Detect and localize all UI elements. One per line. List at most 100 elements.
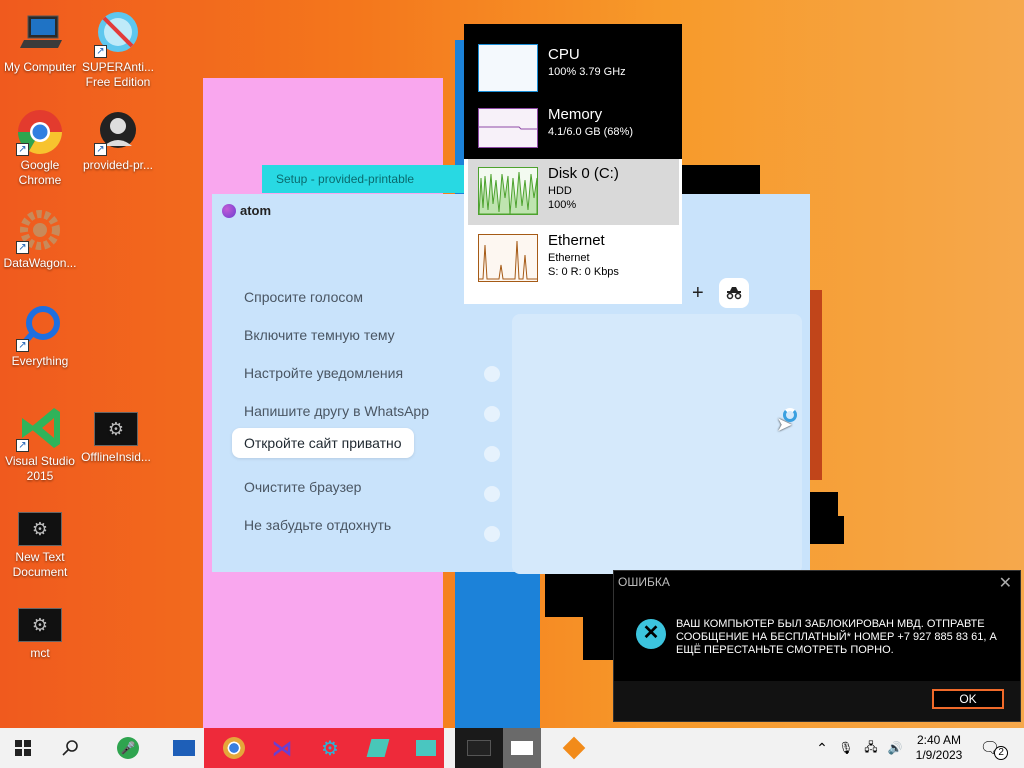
taskbar-app-mail[interactable] xyxy=(503,728,541,768)
pager-dot[interactable] xyxy=(484,406,500,422)
error-dialog-title: ОШИБКА xyxy=(618,575,670,589)
pager-dot[interactable] xyxy=(484,526,500,542)
network-icon[interactable]: 🖧 xyxy=(860,728,882,768)
chrome-icon xyxy=(223,737,245,759)
shortcut-arrow-icon: ↗ xyxy=(94,143,107,156)
gear-icon: ⚙ xyxy=(18,512,62,546)
perf-name: Disk 0 (C:) xyxy=(548,165,619,182)
incognito-button[interactable] xyxy=(719,278,749,308)
atom-logo: atom xyxy=(222,203,271,218)
desktop-icon-datawagon[interactable]: ↗ DataWagon... xyxy=(0,206,80,271)
busy-spinner-icon xyxy=(783,408,797,422)
task-manager-window[interactable]: CPU 100% 3.79 GHz Memory 4.1/6.0 GB (68%… xyxy=(464,24,682,304)
tip-notifications[interactable]: Настройте уведомления xyxy=(232,358,415,388)
clock[interactable]: 2:40 AM 1/9/2023 xyxy=(908,728,970,768)
desktop-icon-visual-studio[interactable]: ↗ Visual Studio 2015 xyxy=(0,404,80,484)
perf-item-ethernet[interactable]: Ethernet Ethernet S: 0 R: 0 Kbps xyxy=(468,226,678,294)
error-icon: ✕ xyxy=(636,619,666,649)
desktop-icon-label: mct xyxy=(30,646,50,660)
black-window-fragment xyxy=(810,492,838,516)
desktop-icon-provided[interactable]: ↗ provided-pr... xyxy=(78,108,158,173)
tip-rest[interactable]: Не забудьте отдохнуть xyxy=(232,510,403,540)
files-icon xyxy=(416,740,436,756)
tip-private-site[interactable]: Откройте сайт приватно xyxy=(232,428,414,458)
computer-icon xyxy=(16,10,64,58)
desktop-icon-new-text-document[interactable]: ⚙ New Text Document xyxy=(0,504,80,580)
setup-window-titlebar[interactable]: Setup - provided-printable xyxy=(262,165,472,193)
black-window-fragment xyxy=(545,572,615,617)
perf-name: CPU xyxy=(548,46,580,63)
new-tab-button[interactable]: + xyxy=(692,282,704,305)
tip-whatsapp[interactable]: Напишите другу в WhatsApp xyxy=(232,396,441,426)
desktop-icon-everything[interactable]: ↗ Everything xyxy=(0,304,80,369)
incognito-icon xyxy=(726,287,742,300)
tip-dark-theme[interactable]: Включите темную тему xyxy=(232,320,407,350)
desktop-icon-label: Google Chrome xyxy=(18,158,62,187)
perf-line1: Ethernet xyxy=(548,252,590,264)
tip-clear-browser[interactable]: Очистите браузер xyxy=(232,472,373,502)
visual-studio-icon: ↗ xyxy=(16,404,64,452)
perf-item-disk[interactable]: Disk 0 (C:) HDD 100% xyxy=(468,159,679,225)
desktop-icon-chrome[interactable]: ↗ Google Chrome xyxy=(0,108,80,188)
mail-icon xyxy=(511,741,533,755)
taskbar-app-settings[interactable]: ⚙ xyxy=(310,728,350,768)
atom-logo-text: atom xyxy=(240,203,272,218)
perf-line1: 100% 3.79 GHz xyxy=(548,66,626,78)
taskbar-app-files[interactable] xyxy=(406,728,446,768)
taskbar-app-chrome[interactable] xyxy=(214,728,254,768)
perf-name: Ethernet xyxy=(548,232,605,249)
gear-icon: ⚙ xyxy=(94,412,138,446)
desktop-icon-offlineinsider[interactable]: ⚙ OfflineInsid... xyxy=(76,404,156,465)
black-window-fragment xyxy=(810,290,822,480)
perf-item-memory[interactable]: Memory 4.1/6.0 GB (68%) xyxy=(468,100,678,168)
desktop-icon-mct[interactable]: ⚙ mct xyxy=(0,600,80,661)
desktop-icon-label: provided-pr... xyxy=(82,158,154,172)
start-button[interactable] xyxy=(0,728,46,768)
clock-date: 1/9/2023 xyxy=(915,748,963,762)
black-window-fragment xyxy=(583,615,615,660)
pager-dot[interactable] xyxy=(484,446,500,462)
windows-icon xyxy=(15,740,31,756)
search-icon xyxy=(62,740,78,756)
show-hidden-icons[interactable]: ⌃ xyxy=(812,728,832,768)
desktop-icon-label: My Computer xyxy=(3,60,77,74)
taskbar-app-notes[interactable] xyxy=(358,728,398,768)
perf-name: Memory xyxy=(548,106,603,123)
desktop-icon-label: Visual Studio 2015 xyxy=(5,454,75,483)
setup-window-title: Setup - provided-printable xyxy=(276,172,415,186)
search-icon: ↗ xyxy=(16,304,64,352)
microphone-tray-icon[interactable]: 🎙 xyxy=(836,728,856,768)
cpu-graph xyxy=(478,44,538,92)
taskbar-app-file-explorer[interactable] xyxy=(164,728,204,768)
pager-dot[interactable] xyxy=(484,486,500,502)
taskbar-app-package[interactable] xyxy=(554,728,594,768)
taskbar-app-visual-studio[interactable]: ⋊ xyxy=(262,728,302,768)
folder-icon xyxy=(173,740,195,756)
taskbar-app-terminal[interactable] xyxy=(459,728,499,768)
error-dialog[interactable]: ОШИБКА ✕ ✕ ВАШ КОМПЬЮТЕР БЫЛ ЗАБЛОКИРОВА… xyxy=(613,570,1021,722)
user-icon: ↗ xyxy=(94,108,142,156)
memory-graph xyxy=(478,108,538,148)
desktop-icon-my-computer[interactable]: My Computer xyxy=(0,10,80,75)
ok-button[interactable]: OK xyxy=(932,689,1004,709)
close-icon[interactable]: ✕ xyxy=(999,573,1012,593)
package-icon xyxy=(562,736,586,760)
desktop-icon-label: OfflineInsid... xyxy=(81,450,151,464)
perf-item-cpu[interactable]: CPU 100% 3.79 GHz xyxy=(468,40,678,108)
pager-dot[interactable] xyxy=(484,366,500,382)
perf-line2: 100% xyxy=(548,199,577,211)
cortana-button[interactable]: 🎤 xyxy=(106,728,150,768)
shortcut-arrow-icon: ↗ xyxy=(16,241,29,254)
desktop-icon-label: Everything xyxy=(11,354,69,368)
desktop-icon-label: DataWagon... xyxy=(3,256,77,270)
action-center-button[interactable]: 🗨 2 xyxy=(978,728,1010,768)
search-button[interactable] xyxy=(48,728,94,768)
preview-card xyxy=(512,314,802,574)
disk-graph xyxy=(478,167,538,215)
desktop-icon-superantispyware[interactable]: ↗ SUPERAnti... Free Edition xyxy=(78,10,158,90)
shortcut-arrow-icon: ↗ xyxy=(94,45,107,58)
volume-icon[interactable]: 🔊 xyxy=(884,728,906,768)
atom-logo-icon xyxy=(222,203,236,218)
tip-voice[interactable]: Спросите голосом xyxy=(232,282,375,312)
error-message: ВАШ КОМПЬЮТЕР БЫЛ ЗАБЛОКИРОВАН МВД. ОТПР… xyxy=(676,618,997,656)
